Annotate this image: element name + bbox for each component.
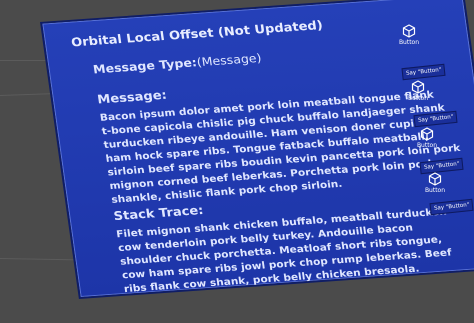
cube-icon [428,172,442,186]
side-button-4[interactable]: Button [420,172,450,194]
side-button-3[interactable]: Button [412,127,442,149]
message-heading: Message: [96,88,168,108]
stack-trace-body: Filet mignon shank chicken buffalo, meat… [115,206,453,296]
side-button-label: Button [398,39,420,46]
message-type-value: (Message) [195,50,263,69]
side-button-label: Button [424,187,446,194]
side-button-1[interactable]: Button [394,24,424,46]
side-button-2[interactable]: Button [403,80,433,102]
side-button-label: Button [407,95,429,102]
side-button-label: Button [416,142,438,149]
message-body: Bacon ipsum dolor amet pork loin meatbal… [99,89,461,208]
cube-icon [411,80,425,94]
stack-trace-heading: Stack Trace: [112,203,205,224]
message-type-row: Message Type:(Message) [92,51,262,76]
message-type-label: Message Type: [92,55,198,77]
panel-title: Orbital Local Offset (Not Updated) [70,18,324,51]
cube-icon [402,24,416,38]
cube-icon [420,127,434,141]
